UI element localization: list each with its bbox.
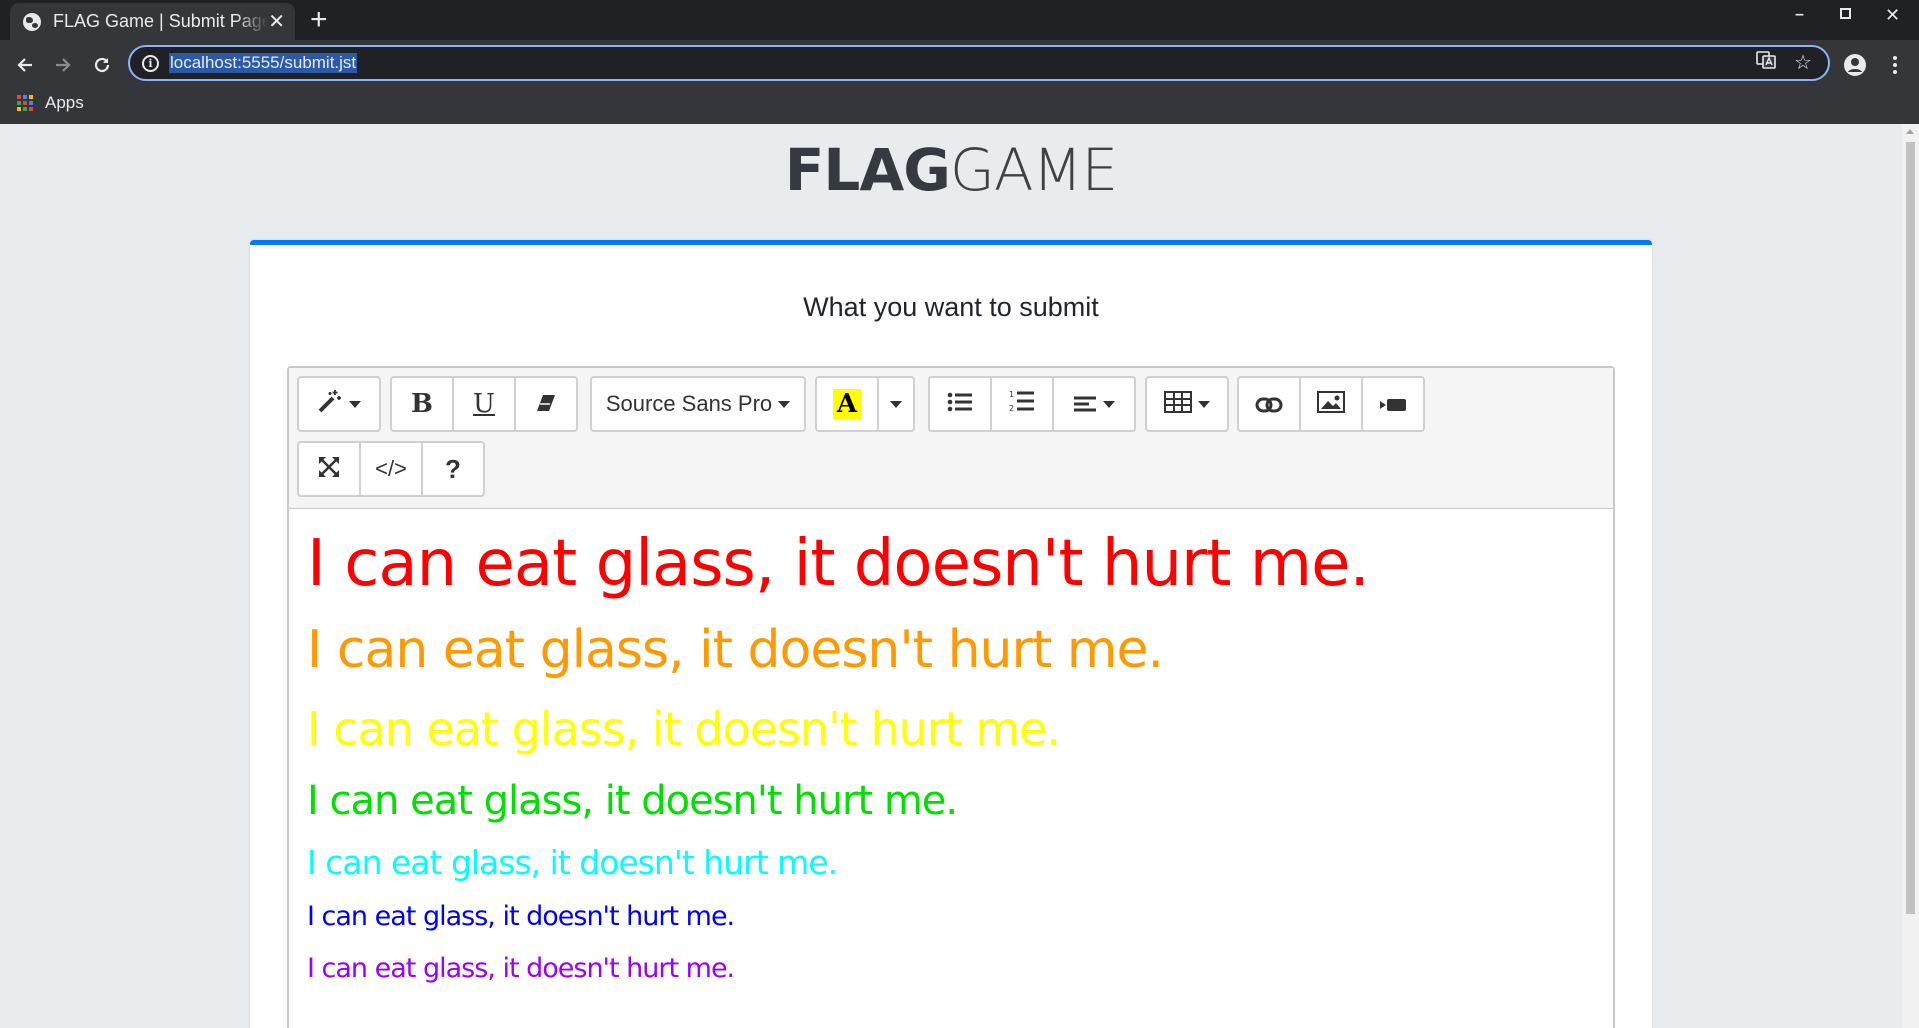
content-line: I can eat glass, it doesn't hurt me. xyxy=(307,620,1164,680)
content-line: I can eat glass, it doesn't hurt me. xyxy=(307,702,1061,756)
svg-text:1: 1 xyxy=(1009,390,1014,399)
info-icon[interactable]: i xyxy=(142,54,159,72)
code-view-button[interactable]: </> xyxy=(359,441,423,497)
link-button[interactable] xyxy=(1237,376,1301,432)
logo-light: GAME xyxy=(949,136,1118,204)
style-dropdown-button[interactable] xyxy=(297,376,381,432)
scroll-up-icon[interactable] xyxy=(1906,129,1914,134)
align-icon xyxy=(1073,389,1097,420)
magic-wand-icon xyxy=(317,388,343,421)
card-title: What you want to submit xyxy=(803,292,1099,322)
insert-group xyxy=(1237,376,1425,432)
view-group: </> ? xyxy=(297,441,485,497)
font-style-group: B U xyxy=(390,376,578,432)
page-scrollbar[interactable] xyxy=(1902,124,1919,1028)
editor-toolbar: B U Source Sans Pro A 1 2 </> ? xyxy=(289,368,1613,509)
logo-bold: FLAG xyxy=(784,136,951,204)
paragraph-align-button[interactable] xyxy=(1052,376,1136,432)
content-line: I can eat glass, it doesn't hurt me. xyxy=(307,843,838,882)
content-line: I can eat glass, it doesn't hurt me. xyxy=(307,527,1370,601)
content-line: I can eat glass, it doesn't hurt me. xyxy=(307,778,958,824)
fullscreen-icon xyxy=(318,454,340,485)
reload-icon[interactable] xyxy=(85,48,119,82)
font-name-label: Source Sans Pro xyxy=(605,391,773,416)
unordered-list-icon xyxy=(947,389,973,420)
translate-icon[interactable] xyxy=(1756,50,1776,76)
fore-color-button[interactable]: A xyxy=(815,376,879,432)
unordered-list-button[interactable] xyxy=(928,376,992,432)
font-name-dropdown[interactable]: Source Sans Pro xyxy=(590,376,806,432)
apps-label: Apps xyxy=(45,93,84,112)
apps-icon xyxy=(17,95,33,111)
maximize-icon[interactable] xyxy=(1840,8,1851,19)
video-button[interactable] xyxy=(1361,376,1425,432)
forward-icon[interactable] xyxy=(46,48,80,82)
browser-titlebar: FLAG Game | Submit Page ✕ + – ✕ xyxy=(0,0,1919,40)
back-icon[interactable] xyxy=(8,48,42,82)
menu-icon[interactable] xyxy=(1878,48,1912,82)
table-icon xyxy=(1164,389,1192,420)
window-close-icon[interactable]: ✕ xyxy=(1885,5,1900,26)
svg-text:2: 2 xyxy=(1009,404,1014,413)
clear-format-button[interactable] xyxy=(514,376,578,432)
underline-button[interactable]: U xyxy=(452,376,516,432)
fullscreen-button[interactable] xyxy=(297,441,361,497)
submit-card: What you want to submit B U Source Sans … xyxy=(250,240,1652,1028)
ordered-list-icon: 12 xyxy=(1009,389,1035,420)
link-icon xyxy=(1255,389,1283,420)
paragraph-group: 12 xyxy=(928,376,1136,432)
browser-toolbar: i localhost:5555/submit.jst ☆ Apps xyxy=(0,40,1919,124)
picture-icon xyxy=(1317,389,1345,420)
star-icon[interactable]: ☆ xyxy=(1794,50,1812,75)
ordered-list-button[interactable]: 12 xyxy=(990,376,1054,432)
site-logo[interactable]: FLAGGAME xyxy=(0,136,1902,204)
color-group: A xyxy=(815,376,915,432)
scrollbar-thumb[interactable] xyxy=(1906,142,1915,914)
account-icon[interactable] xyxy=(1838,48,1872,82)
content-line: I can eat glass, it doesn't hurt me. xyxy=(307,901,735,932)
video-icon xyxy=(1379,389,1407,420)
new-tab-button[interactable]: + xyxy=(310,4,328,36)
minimize-icon[interactable]: – xyxy=(1795,6,1804,24)
rich-text-editor: B U Source Sans Pro A 1 2 </> ? I can ea… xyxy=(287,366,1615,1028)
eraser-icon xyxy=(535,389,557,420)
help-button[interactable]: ? xyxy=(421,441,485,497)
bold-button[interactable]: B xyxy=(390,376,454,432)
globe-icon xyxy=(23,12,41,31)
apps-bookmark[interactable]: Apps xyxy=(17,93,84,113)
table-dropdown-button[interactable] xyxy=(1145,376,1229,432)
url-text[interactable]: localhost:5555/submit.jst xyxy=(169,53,358,73)
content-line: I can eat glass, it doesn't hurt me. xyxy=(307,953,735,984)
address-bar[interactable]: i localhost:5555/submit.jst ☆ xyxy=(128,45,1830,81)
editor-content[interactable]: I can eat glass, it doesn't hurt me. I c… xyxy=(307,518,1603,995)
browser-tab[interactable]: FLAG Game | Submit Page ✕ xyxy=(10,3,295,40)
tab-title: FLAG Game | Submit Page xyxy=(53,11,269,31)
page-content: FLAGGAME What you want to submit B U Sou… xyxy=(0,124,1902,1028)
close-icon[interactable]: ✕ xyxy=(268,12,285,32)
color-dropdown-button[interactable] xyxy=(877,376,915,432)
picture-button[interactable] xyxy=(1299,376,1363,432)
